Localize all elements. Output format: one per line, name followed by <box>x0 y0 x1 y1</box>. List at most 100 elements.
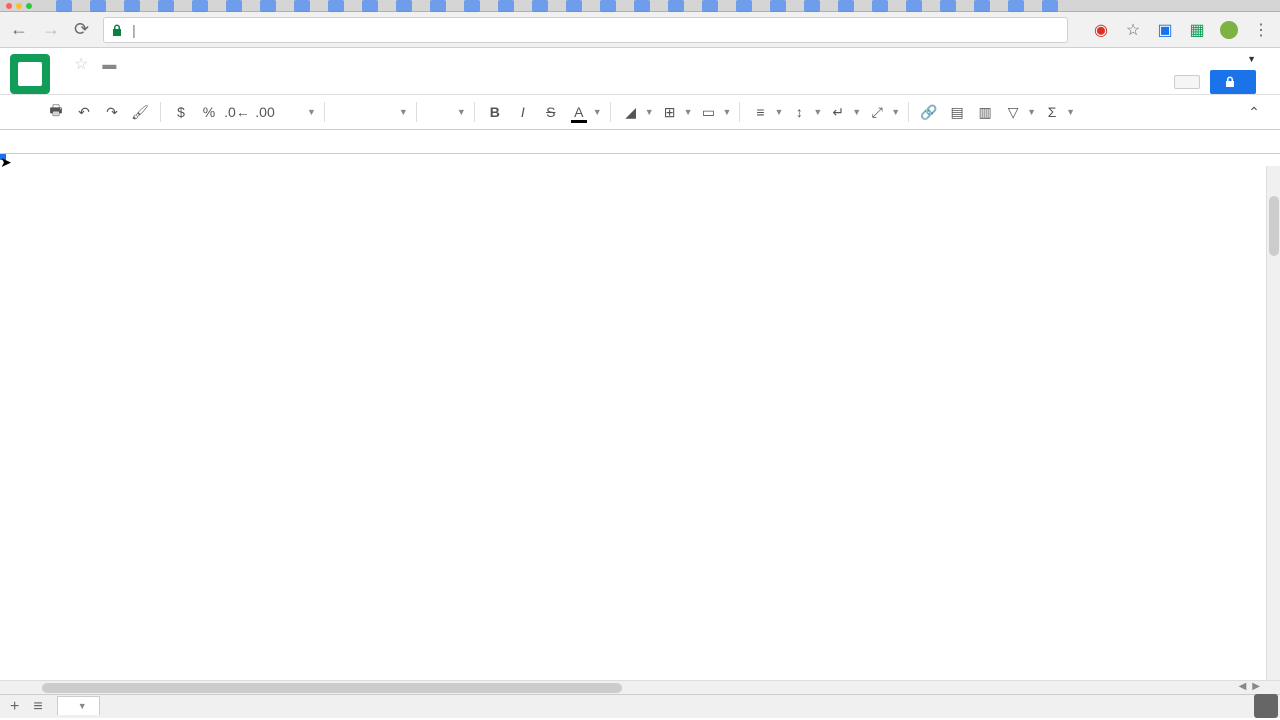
browser-tab[interactable] <box>1008 0 1024 12</box>
window-minimize-icon[interactable] <box>16 3 22 9</box>
insert-link-icon[interactable]: 🔗 <box>917 100 941 124</box>
browser-tab[interactable] <box>124 0 140 12</box>
browser-tab[interactable] <box>600 0 616 12</box>
collapse-toolbar-icon[interactable]: ⌃ <box>1242 100 1266 124</box>
align-vertical-icon[interactable]: ↕ <box>787 100 811 124</box>
vertical-scrollbar[interactable] <box>1266 166 1280 684</box>
italic-icon[interactable]: I <box>511 100 535 124</box>
decrease-decimal-icon[interactable]: .0← <box>225 100 249 124</box>
move-folder-icon[interactable]: ▬ <box>102 56 116 72</box>
browser-tab[interactable] <box>498 0 514 12</box>
address-bar[interactable]: | <box>103 17 1068 43</box>
browser-tab[interactable] <box>668 0 684 12</box>
chevron-down-icon[interactable]: ▼ <box>307 107 316 117</box>
browser-tab[interactable] <box>328 0 344 12</box>
browser-tab[interactable] <box>90 0 106 12</box>
insert-comment-icon[interactable]: ▤ <box>945 100 969 124</box>
browser-tab[interactable] <box>226 0 242 12</box>
insert-chart-icon[interactable]: ▥ <box>973 100 997 124</box>
chevron-down-icon[interactable]: ▼ <box>684 107 693 117</box>
menu-edit[interactable] <box>78 78 92 84</box>
browser-menu-icon[interactable]: ⋮ <box>1252 21 1270 39</box>
all-sheets-button[interactable]: ≡ <box>33 698 42 716</box>
spreadsheet-grid[interactable]: ➤ <box>0 154 1280 680</box>
menu-addons[interactable] <box>186 78 200 84</box>
window-maximize-icon[interactable] <box>26 3 32 9</box>
browser-tab[interactable] <box>940 0 956 12</box>
chevron-down-icon[interactable]: ▼ <box>852 107 861 117</box>
chevron-down-icon[interactable]: ▼ <box>774 107 783 117</box>
increase-decimal-icon[interactable]: .00 <box>253 100 277 124</box>
bold-icon[interactable]: B <box>483 100 507 124</box>
chevron-down-icon[interactable]: ▼ <box>593 107 602 117</box>
bookmark-icon[interactable]: ☆ <box>1124 21 1142 39</box>
chevron-down-icon[interactable]: ▼ <box>457 107 466 117</box>
menu-data[interactable] <box>150 78 164 84</box>
menu-view[interactable] <box>96 78 110 84</box>
add-sheet-button[interactable]: + <box>10 698 19 716</box>
browser-tab[interactable] <box>872 0 888 12</box>
font-size-input[interactable] <box>425 105 455 120</box>
chevron-down-icon[interactable]: ▼ <box>891 107 900 117</box>
redo-icon[interactable]: ↷ <box>100 100 124 124</box>
format-123-button[interactable] <box>281 100 305 124</box>
print-icon[interactable]: 🖶 <box>44 100 68 124</box>
chevron-down-icon[interactable]: ▼ <box>723 107 732 117</box>
text-color-icon[interactable]: A <box>567 100 591 124</box>
browser-tab[interactable] <box>770 0 786 12</box>
browser-tab[interactable] <box>532 0 548 12</box>
browser-tab[interactable] <box>294 0 310 12</box>
scroll-right-icon[interactable]: ▶ <box>1252 681 1260 692</box>
menu-format[interactable] <box>132 78 146 84</box>
browser-tab[interactable] <box>260 0 276 12</box>
text-wrap-icon[interactable]: ↵ <box>826 100 850 124</box>
align-horizontal-icon[interactable]: ≡ <box>748 100 772 124</box>
star-icon[interactable]: ☆ <box>74 54 88 74</box>
reload-button[interactable]: ⟳ <box>74 19 89 40</box>
text-rotation-icon[interactable]: ⤢ <box>865 100 889 124</box>
currency-icon[interactable]: $ <box>169 100 193 124</box>
browser-tab[interactable] <box>566 0 582 12</box>
sheets-logo-icon[interactable] <box>10 54 50 94</box>
account-email[interactable]: ▼ <box>1243 54 1256 64</box>
browser-tab[interactable] <box>906 0 922 12</box>
menu-insert[interactable] <box>114 78 128 84</box>
window-close-icon[interactable] <box>6 3 12 9</box>
browser-tab[interactable] <box>430 0 446 12</box>
browser-tab[interactable] <box>56 0 72 12</box>
browser-tab[interactable] <box>634 0 650 12</box>
paint-format-icon[interactable]: 🖌 <box>128 100 152 124</box>
functions-icon[interactable]: Σ <box>1040 100 1064 124</box>
font-family-select[interactable] <box>333 103 397 122</box>
back-button[interactable]: ← <box>10 19 28 40</box>
chevron-down-icon[interactable]: ▼ <box>1027 107 1036 117</box>
browser-tab[interactable] <box>158 0 174 12</box>
browser-tab[interactable] <box>702 0 718 12</box>
browser-tab[interactable] <box>464 0 480 12</box>
chevron-down-icon[interactable]: ▼ <box>645 107 654 117</box>
share-button[interactable] <box>1210 70 1256 94</box>
fill-color-icon[interactable]: ◢ <box>619 100 643 124</box>
browser-tab[interactable] <box>396 0 412 12</box>
menu-file[interactable] <box>60 78 74 84</box>
browser-tab[interactable] <box>362 0 378 12</box>
extension-icon[interactable]: ◉ <box>1092 21 1110 39</box>
chevron-down-icon[interactable]: ▼ <box>78 701 87 711</box>
explore-button[interactable] <box>1254 694 1278 718</box>
browser-tab[interactable] <box>1042 0 1058 12</box>
browser-tab[interactable] <box>736 0 752 12</box>
filter-icon[interactable]: ▽ <box>1001 100 1025 124</box>
formula-input[interactable] <box>40 134 1270 149</box>
borders-icon[interactable]: ⊞ <box>658 100 682 124</box>
menu-tools[interactable] <box>168 78 182 84</box>
profile-avatar-icon[interactable] <box>1220 21 1238 39</box>
scroll-left-icon[interactable]: ◀ <box>1239 681 1247 692</box>
chevron-down-icon[interactable]: ▼ <box>399 107 408 117</box>
browser-tab[interactable] <box>838 0 854 12</box>
comments-button[interactable] <box>1174 75 1200 89</box>
chevron-down-icon[interactable]: ▼ <box>813 107 822 117</box>
merge-cells-icon[interactable]: ▭ <box>697 100 721 124</box>
horizontal-scrollbar[interactable]: ◀▶ <box>0 680 1280 694</box>
undo-icon[interactable]: ↶ <box>72 100 96 124</box>
browser-tab[interactable] <box>804 0 820 12</box>
